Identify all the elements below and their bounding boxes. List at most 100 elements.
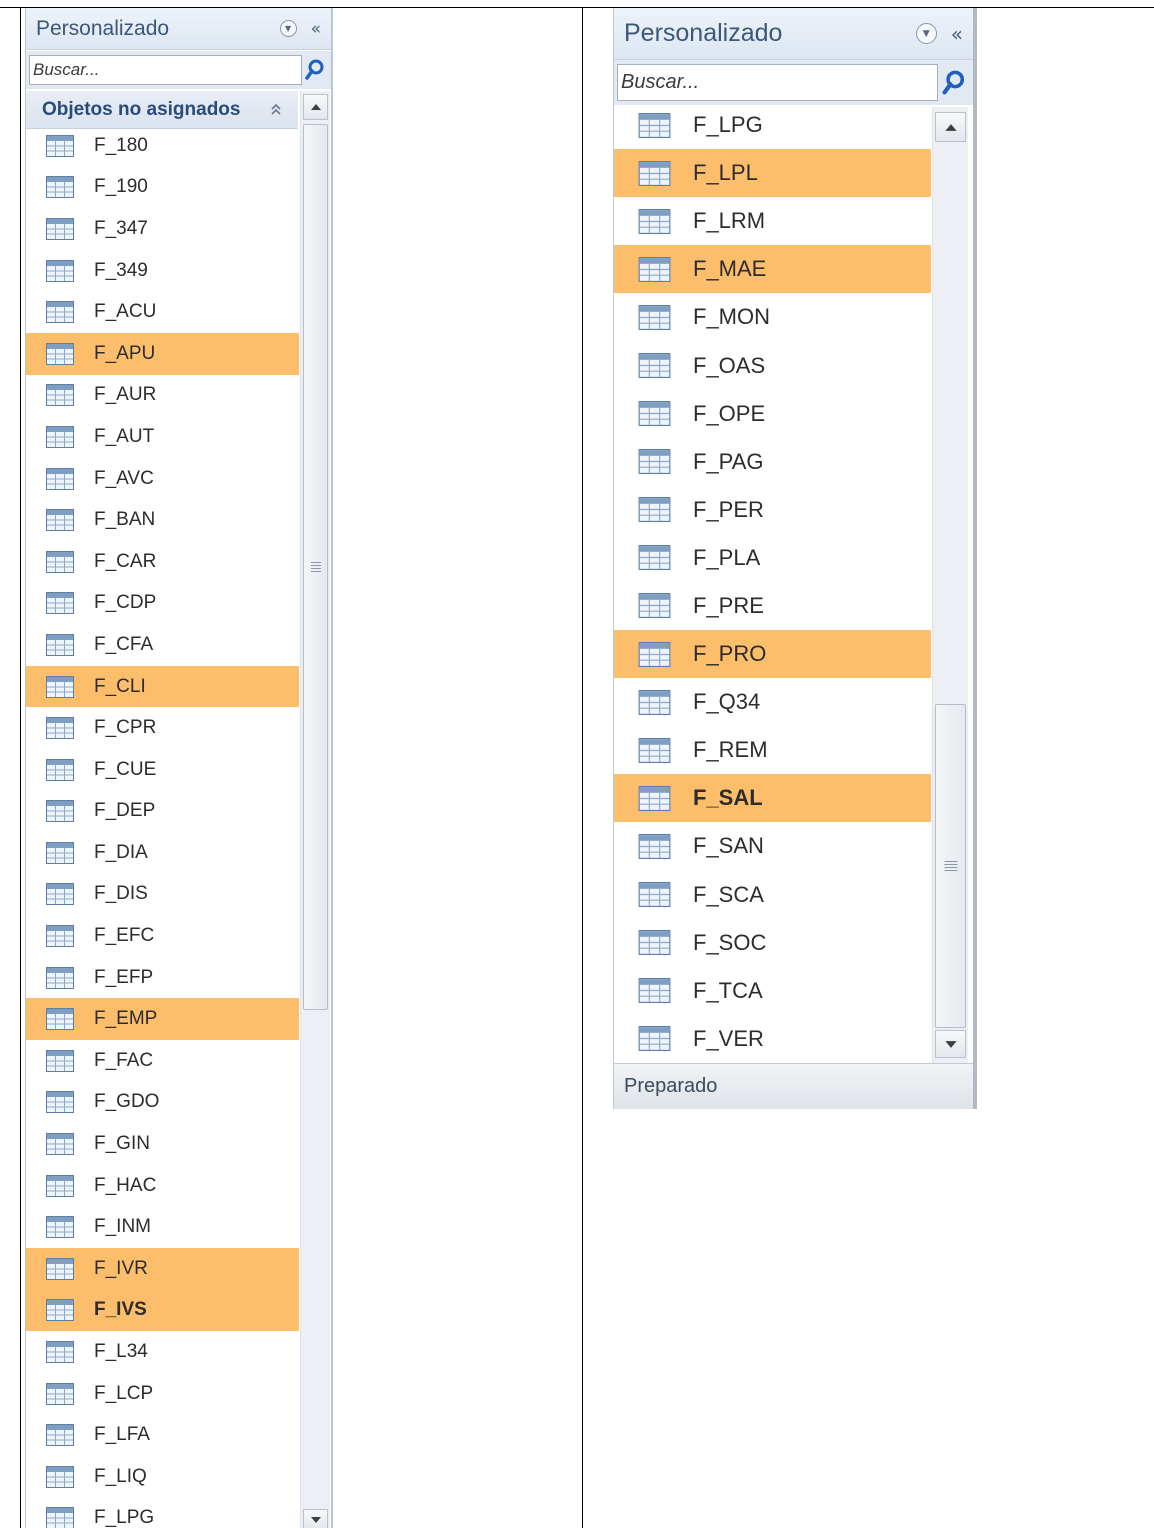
list-item-label: F_347 xyxy=(94,217,148,239)
list-item[interactable]: F_FAC xyxy=(26,1040,299,1082)
scroll-down-arrow-icon[interactable] xyxy=(303,1509,328,1528)
list-item[interactable]: F_SOC xyxy=(614,919,931,967)
list-item[interactable]: F_GIN xyxy=(26,1123,299,1165)
list-item-label: F_PRO xyxy=(693,641,767,667)
list-item[interactable]: F_PRE xyxy=(614,582,931,630)
list-item[interactable]: F_EMP xyxy=(26,998,299,1041)
list-item-label: F_IVR xyxy=(94,1257,148,1279)
list-item[interactable]: F_AUR xyxy=(26,375,299,417)
list-item[interactable]: F_REM xyxy=(614,726,931,774)
list-item-label: F_GDO xyxy=(94,1091,160,1113)
status-bar: Preparado xyxy=(614,1063,973,1109)
status-text: Preparado xyxy=(624,1075,718,1097)
list-item-label: F_190 xyxy=(94,176,148,198)
pane-title[interactable]: Personalizado xyxy=(614,19,916,48)
list-item[interactable]: F_347 xyxy=(26,208,299,250)
list-item[interactable]: F_TCA xyxy=(614,967,931,1015)
list-item[interactable]: F_CFA xyxy=(26,624,299,666)
list-item[interactable]: F_LPL xyxy=(614,149,931,198)
list-item-label: F_APU xyxy=(94,342,156,364)
list-item[interactable]: F_L34 xyxy=(26,1331,299,1373)
search-input[interactable] xyxy=(29,55,302,85)
chevron-down-circle-icon[interactable]: ▼ xyxy=(915,23,937,44)
list-item[interactable]: F_OPE xyxy=(614,390,931,438)
list-item[interactable]: F_OAS xyxy=(614,341,931,389)
chevron-down-circle-icon[interactable]: ▼ xyxy=(279,20,297,37)
list-item[interactable]: F_349 xyxy=(26,250,299,292)
list-item-label: F_DIS xyxy=(94,883,148,905)
search-input[interactable] xyxy=(617,64,938,101)
pane-title[interactable]: Personalizado xyxy=(26,17,280,41)
double-chevron-left-icon[interactable]: « xyxy=(311,19,321,39)
list-item[interactable]: F_PRO xyxy=(614,630,931,679)
object-list: F_LPG F_LPL F_LRM F_MAE F_MON F_OAS F_OPE F_PAG… xyxy=(614,101,931,1063)
list-item-label: F_CPR xyxy=(94,717,157,739)
list-item[interactable]: F_ACU xyxy=(26,291,299,333)
list-item[interactable]: F_PAG xyxy=(614,438,931,486)
list-item[interactable]: F_CPR xyxy=(26,707,299,749)
scrollbar[interactable] xyxy=(932,107,968,1063)
list-item-label: F_PRE xyxy=(693,592,764,618)
list-item-label: F_LPG xyxy=(94,1507,155,1528)
list-item[interactable]: F_AVC xyxy=(26,458,299,500)
list-item[interactable]: F_GDO xyxy=(26,1082,299,1124)
list-item[interactable]: F_DIS xyxy=(26,874,299,916)
table-icon xyxy=(638,785,671,811)
scroll-up-arrow-icon[interactable] xyxy=(935,112,966,142)
scrollbar[interactable] xyxy=(300,91,330,1528)
list-item[interactable]: F_SAN xyxy=(614,822,931,870)
table-icon xyxy=(46,176,74,199)
list-item[interactable]: F_EFP xyxy=(26,957,299,999)
table-icon xyxy=(638,497,671,523)
list-item-label: F_FAC xyxy=(94,1049,154,1071)
table-icon xyxy=(46,675,74,698)
list-item[interactable]: F_CDP xyxy=(26,583,299,625)
list-item[interactable]: F_SCA xyxy=(614,871,931,919)
scrollbar-thumb[interactable] xyxy=(935,704,966,1028)
list-item[interactable]: F_EFC xyxy=(26,915,299,957)
list-item[interactable]: F_PER xyxy=(614,486,931,534)
list-item[interactable]: F_CAR xyxy=(26,541,299,583)
table-icon xyxy=(46,1424,74,1447)
list-item-label: F_Q34 xyxy=(693,689,761,715)
list-item[interactable]: F_IVS xyxy=(26,1289,299,1332)
search-icon[interactable] xyxy=(938,70,970,96)
list-item-label: F_LCP xyxy=(94,1382,154,1404)
list-item[interactable]: F_PLA xyxy=(614,534,931,582)
table-icon xyxy=(46,1008,74,1031)
list-item[interactable]: F_LCP xyxy=(26,1373,299,1415)
scroll-up-arrow-icon[interactable] xyxy=(303,94,328,120)
list-item[interactable]: F_DIA xyxy=(26,832,299,874)
double-chevron-up-icon[interactable] xyxy=(270,101,282,119)
table-icon xyxy=(638,160,671,186)
list-item[interactable]: F_MON xyxy=(614,293,931,341)
scroll-down-arrow-icon[interactable] xyxy=(935,1030,966,1058)
list-item[interactable]: F_SAL xyxy=(614,774,931,823)
list-item[interactable]: F_HAC xyxy=(26,1165,299,1207)
search-icon[interactable] xyxy=(302,59,328,81)
list-item[interactable]: F_LRM xyxy=(614,197,931,245)
list-item[interactable]: F_DEP xyxy=(26,791,299,833)
table-icon xyxy=(46,633,74,656)
list-item[interactable]: F_CLI xyxy=(26,665,299,708)
group-header[interactable]: Objetos no asignados xyxy=(26,91,298,129)
list-item[interactable]: F_190 xyxy=(26,167,299,209)
list-item[interactable]: F_Q34 xyxy=(614,678,931,726)
list-item[interactable]: F_LFA xyxy=(26,1414,299,1456)
list-item[interactable]: F_180 xyxy=(26,125,299,167)
list-item[interactable]: F_LPG xyxy=(26,1498,299,1528)
list-item[interactable]: F_INM xyxy=(26,1206,299,1248)
double-chevron-left-icon[interactable]: « xyxy=(951,22,963,46)
list-item[interactable]: F_CUE xyxy=(26,749,299,791)
list-item[interactable]: F_IVR xyxy=(26,1248,299,1290)
list-item[interactable]: F_MAE xyxy=(614,245,931,294)
list-item[interactable]: F_BAN xyxy=(26,499,299,541)
table-icon xyxy=(46,1299,74,1322)
list-item[interactable]: F_VER xyxy=(614,1015,931,1063)
scrollbar-thumb[interactable] xyxy=(303,124,328,1010)
list-item-label: F_SAL xyxy=(693,785,763,811)
list-item[interactable]: F_AUT xyxy=(26,416,299,458)
list-item[interactable]: F_LPG xyxy=(614,101,931,149)
list-item[interactable]: F_LIQ xyxy=(26,1456,299,1498)
list-item[interactable]: F_APU xyxy=(26,332,299,375)
